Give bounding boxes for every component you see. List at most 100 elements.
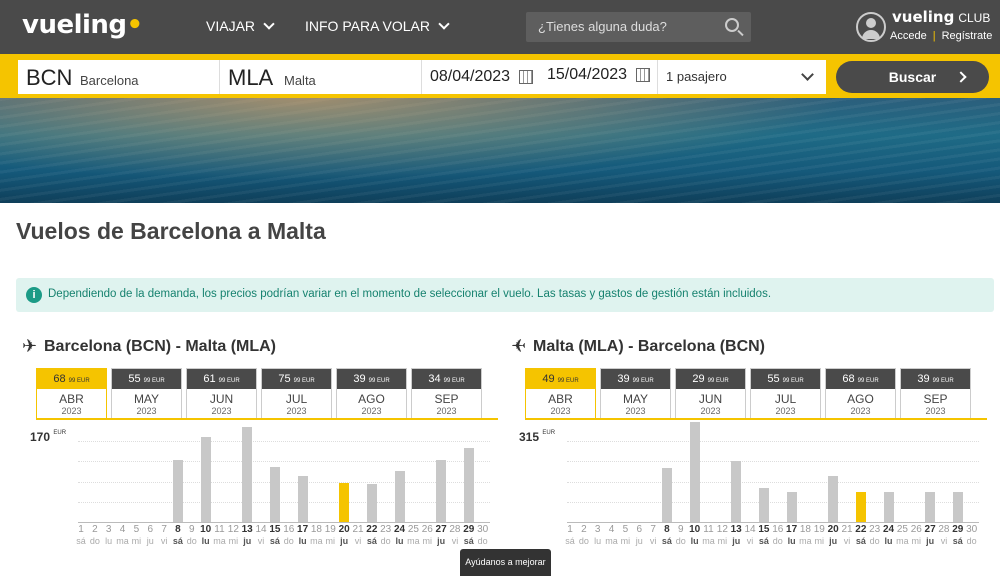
day-price-bar[interactable] — [925, 492, 936, 522]
passengers-select[interactable]: 1 pasajero — [658, 60, 826, 94]
inbound-fares-panel: ✈ Malta (MLA) - Barcelona (BCN) 49 99 EU… — [511, 336, 991, 576]
month-tab-jun[interactable]: 61 99 EUR JUN 2023 — [186, 368, 257, 418]
day-weekday: sá — [269, 536, 280, 546]
currency: EUR — [53, 430, 67, 436]
day-weekday: ma — [213, 536, 226, 546]
day-price-bar[interactable] — [394, 471, 405, 522]
search-flights-button[interactable]: Buscar — [836, 61, 989, 93]
day-price-bar[interactable] — [242, 426, 253, 522]
month-price-cents: 99 EUR — [143, 378, 165, 384]
day-price-bar[interactable] — [172, 459, 183, 522]
month-tab-sep[interactable]: 34 99 EUR SEP 2023 — [411, 368, 482, 418]
day-weekday: do — [283, 536, 294, 546]
day-weekday: sá — [172, 536, 183, 546]
day-price-bar[interactable] — [689, 421, 700, 522]
origin-code: BCN — [26, 65, 73, 90]
day-number[interactable]: 17 — [296, 524, 310, 535]
day-weekday: sá — [758, 536, 769, 546]
day-number[interactable]: 29 — [951, 524, 965, 535]
day-price-bar[interactable] — [297, 476, 308, 522]
day-price-bar[interactable] — [758, 487, 769, 522]
day-price-bar[interactable] — [731, 461, 742, 522]
day-number[interactable]: 20 — [826, 524, 840, 535]
day-price-bar[interactable] — [786, 492, 797, 522]
day-weekday: vi — [940, 536, 948, 546]
day-price-bar[interactable] — [436, 459, 447, 522]
month-tab-ago[interactable]: 39 99 EUR AGO 2023 — [336, 368, 407, 418]
month-year: 2023 — [700, 406, 721, 416]
return-date-field[interactable]: 15/04/2023 — [540, 60, 658, 94]
day-weekday: sá — [366, 536, 377, 546]
day-number[interactable]: 17 — [785, 524, 799, 535]
day-number: 7 — [161, 524, 167, 535]
month-price: 29 99 EUR — [676, 369, 745, 389]
month-label: JUL — [774, 392, 797, 406]
month-tab-may[interactable]: 55 99 EUR MAY 2023 — [111, 368, 182, 418]
day-price-bar[interactable] — [828, 476, 839, 522]
nav-info-para-volar[interactable]: INFO PARA VOLAR — [305, 18, 450, 34]
day-number[interactable]: 24 — [393, 524, 407, 535]
day-number[interactable]: 10 — [688, 524, 702, 535]
day-weekday: ma — [605, 536, 618, 546]
day-number[interactable]: 27 — [434, 524, 448, 535]
help-search-input[interactable]: ¿Tienes alguna duda? — [526, 12, 751, 42]
month-label: SEP — [923, 392, 948, 406]
day-number: 4 — [608, 524, 615, 535]
day-number[interactable]: 29 — [462, 524, 476, 535]
day-number[interactable]: 13 — [240, 524, 254, 535]
grid-line — [567, 461, 979, 463]
day-price-bar[interactable] — [339, 482, 350, 522]
vueling-logo[interactable]: vueling• — [22, 10, 143, 40]
info-icon: i — [26, 287, 42, 303]
passengers-value: 1 pasajero — [666, 69, 727, 84]
month-tab-abr[interactable]: 49 99 EUR ABR 2023 — [525, 368, 596, 418]
day-number: 2 — [581, 524, 587, 535]
day-price-bar[interactable] — [661, 467, 672, 522]
day-weekday: do — [578, 536, 589, 546]
day-number[interactable]: 8 — [660, 524, 674, 535]
dest-code: MLA — [228, 65, 274, 90]
login-link[interactable]: Accede — [890, 30, 927, 42]
day-price-bar[interactable] — [883, 492, 894, 522]
register-link[interactable]: Regístrate — [942, 30, 993, 42]
month-tab-abr[interactable]: 68 99 EUR ABR 2023 — [36, 368, 107, 418]
depart-date-field[interactable]: 08/04/2023 — [422, 60, 540, 94]
logo-text: vueling — [22, 10, 127, 40]
day-price-bar[interactable] — [200, 436, 211, 522]
day-number[interactable]: 15 — [757, 524, 771, 535]
day-number[interactable]: 20 — [337, 524, 351, 535]
nav-info-label: INFO PARA VOLAR — [305, 18, 430, 34]
month-year: 2023 — [436, 406, 457, 416]
day-weekday: sá — [661, 536, 672, 546]
day-number[interactable]: 10 — [199, 524, 213, 535]
day-number[interactable]: 27 — [923, 524, 937, 535]
day-price-bar[interactable] — [366, 484, 377, 522]
month-price: 68 99 EUR — [826, 369, 895, 389]
destination-field[interactable]: MLA Malta — [220, 60, 422, 94]
user-avatar-icon[interactable] — [856, 12, 886, 42]
day-number[interactable]: 8 — [171, 524, 185, 535]
origin-field[interactable]: BCN Barcelona — [18, 60, 220, 94]
month-tab-sep[interactable]: 39 99 EUR SEP 2023 — [900, 368, 971, 418]
feedback-button[interactable]: Ayúdanos a mejorar — [460, 549, 551, 576]
month-tab-jul[interactable]: 75 99 EUR JUL 2023 — [261, 368, 332, 418]
day-number[interactable]: 22 — [365, 524, 379, 535]
nav-viajar[interactable]: VIAJAR — [206, 18, 275, 34]
day-price-bar[interactable] — [269, 466, 280, 522]
day-weekday: mi — [911, 536, 922, 546]
day-number[interactable]: 24 — [882, 524, 896, 535]
day-number[interactable]: 15 — [268, 524, 282, 535]
search-icon[interactable] — [725, 18, 739, 32]
day-number[interactable]: 13 — [729, 524, 743, 535]
day-price-bar[interactable] — [855, 492, 866, 522]
day-number: 28 — [938, 524, 950, 535]
day-price-bar[interactable] — [952, 492, 963, 522]
month-tab-ago[interactable]: 68 99 EUR AGO 2023 — [825, 368, 896, 418]
month-tab-jun[interactable]: 29 99 EUR JUN 2023 — [675, 368, 746, 418]
day-number[interactable]: 22 — [854, 524, 868, 535]
chevron-down-icon — [263, 18, 275, 30]
day-price-bar[interactable] — [463, 448, 474, 522]
month-tab-may[interactable]: 39 99 EUR MAY 2023 — [600, 368, 671, 418]
grid-line — [567, 501, 979, 503]
month-tab-jul[interactable]: 55 99 EUR JUL 2023 — [750, 368, 821, 418]
